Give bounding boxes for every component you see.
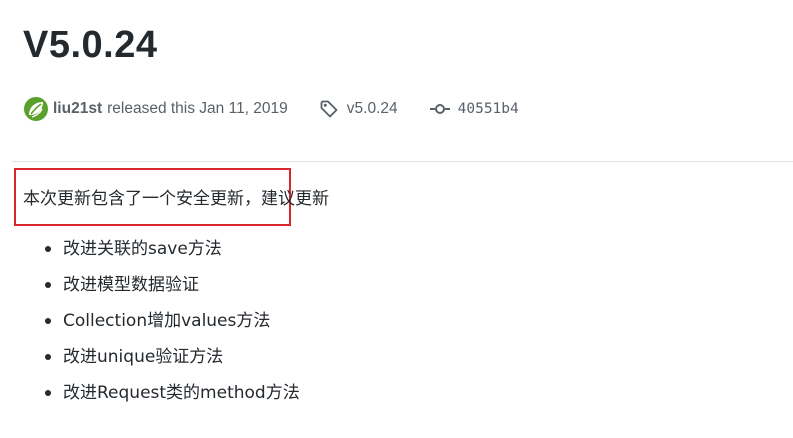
summary-highlighted-text: 本次更新包含了一个安全更新 (23, 189, 244, 209)
released-date-text: released this Jan 11, 2019 (107, 100, 288, 117)
summary-rest-text: ，建议更新 (244, 189, 329, 209)
summary-line: 本次更新包含了一个安全更新，建议更新 (23, 184, 783, 214)
list-item-text: Collection增加values方法 (63, 311, 271, 331)
bullet-icon (45, 282, 51, 288)
changes-list: 改进关联的save方法 改进模型数据验证 Collection增加values方… (23, 231, 300, 411)
release-title[interactable]: V5.0.24 (23, 18, 158, 72)
release-page: V5.0.24 liu21st released this Jan 11, 20… (0, 0, 793, 438)
tag-link[interactable]: v5.0.24 (319, 99, 398, 119)
git-commit-icon (429, 104, 450, 114)
bullet-icon (45, 390, 51, 396)
release-notes-body: 本次更新包含了一个安全更新，建议更新 (23, 184, 783, 214)
commit-link[interactable]: 40551b4 (429, 101, 519, 117)
bullet-icon (45, 246, 51, 252)
leaf-logo-icon (24, 97, 48, 121)
divider (12, 161, 793, 162)
tag-icon (320, 100, 338, 118)
list-item-text: 改进unique验证方法 (63, 347, 224, 367)
list-item: Collection增加values方法 (23, 303, 300, 339)
commit-hash: 40551b4 (457, 101, 519, 117)
list-item-text: 改进关联的save方法 (63, 239, 222, 259)
list-item-text: 改进Request类的method方法 (63, 383, 300, 403)
release-meta: liu21st released this Jan 11, 2019 v5.0.… (23, 95, 519, 123)
list-item-text: 改进模型数据验证 (63, 275, 199, 295)
list-item: 改进Request类的method方法 (23, 375, 300, 411)
list-item: 改进unique验证方法 (23, 339, 300, 375)
bullet-icon (45, 318, 51, 324)
bullet-icon (45, 354, 51, 360)
tag-label: v5.0.24 (346, 100, 398, 117)
author-avatar[interactable] (23, 96, 49, 122)
list-item: 改进模型数据验证 (23, 267, 300, 303)
author-link[interactable]: liu21st (53, 100, 102, 118)
list-item: 改进关联的save方法 (23, 231, 300, 267)
